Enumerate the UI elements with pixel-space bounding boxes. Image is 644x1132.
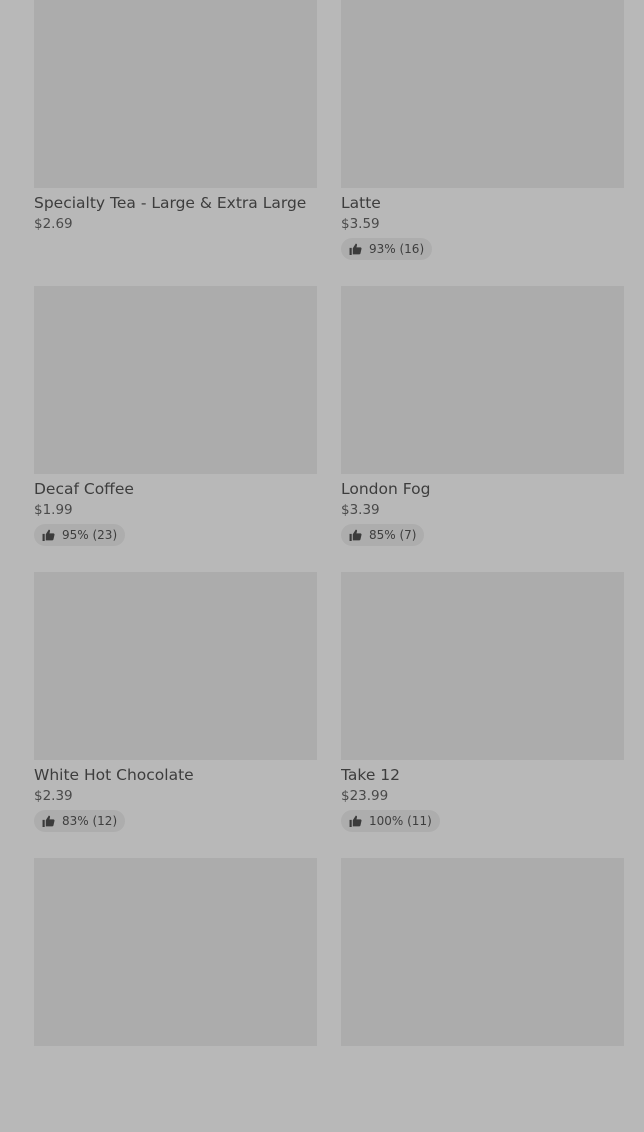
thumbs-up-icon <box>349 243 362 255</box>
rating-badge: 93% (16) <box>341 238 433 260</box>
rating-text: 100% (11) <box>369 814 432 828</box>
menu-item-card[interactable]: London Fog $3.39 85% (7) <box>341 286 624 572</box>
thumbs-up-icon <box>349 529 362 541</box>
menu-item-card[interactable]: Latte $3.59 93% (16) <box>341 0 624 286</box>
rating-text: 93% (16) <box>369 242 425 256</box>
menu-item-price: $23.99 <box>341 788 389 804</box>
menu-item-card[interactable]: Decaf Coffee $1.99 95% (23) <box>34 286 317 572</box>
menu-item-card[interactable] <box>34 858 317 1132</box>
menu-item-image[interactable] <box>34 858 317 1046</box>
menu-item-name: White Hot Chocolate <box>34 766 194 784</box>
menu-item-name: Decaf Coffee <box>34 480 134 498</box>
menu-item-image[interactable] <box>341 572 624 760</box>
rating-text: 85% (7) <box>369 528 417 542</box>
menu-item-image[interactable] <box>34 572 317 760</box>
rating-badge: 100% (11) <box>341 810 440 832</box>
menu-item-name: Take 12 <box>341 766 401 784</box>
menu-item-card[interactable]: White Hot Chocolate $2.39 83% (12) <box>34 572 317 858</box>
rating-text: 95% (23) <box>62 528 118 542</box>
thumbs-up-icon <box>42 529 55 541</box>
menu-item-price: $1.99 <box>34 502 73 518</box>
rating-badge: 83% (12) <box>34 810 126 832</box>
menu-item-image[interactable] <box>34 286 317 474</box>
rating-text: 83% (12) <box>62 814 118 828</box>
menu-item-price: $3.39 <box>341 502 380 518</box>
menu-item-price: $2.39 <box>34 788 73 804</box>
menu-item-image[interactable] <box>341 286 624 474</box>
menu-item-price: $3.59 <box>341 216 380 232</box>
menu-item-image[interactable] <box>341 858 624 1046</box>
menu-item-name: Specialty Tea - Large & Extra Large <box>34 194 307 212</box>
menu-item-card[interactable] <box>341 858 624 1132</box>
thumbs-up-icon <box>349 815 362 827</box>
menu-item-price: $2.69 <box>34 216 73 232</box>
menu-page: Hot Chocolate$2.3985% (47)Pumpkin Spice … <box>0 0 644 1132</box>
rating-badge: 85% (7) <box>341 524 425 546</box>
menu-item-card[interactable]: Take 12 $23.99 100% (11) <box>341 572 624 858</box>
menu-item-grid: Hot Chocolate$2.3985% (47)Pumpkin Spice … <box>34 0 624 1132</box>
menu-item-name: London Fog <box>341 480 431 498</box>
menu-item-name: Latte <box>341 194 381 212</box>
thumbs-up-icon <box>42 815 55 827</box>
rating-badge: 95% (23) <box>34 524 126 546</box>
menu-item-image[interactable] <box>341 0 624 188</box>
menu-item-image[interactable] <box>34 0 317 188</box>
menu-item-card[interactable]: Specialty Tea - Large & Extra Large $2.69 <box>34 0 317 286</box>
